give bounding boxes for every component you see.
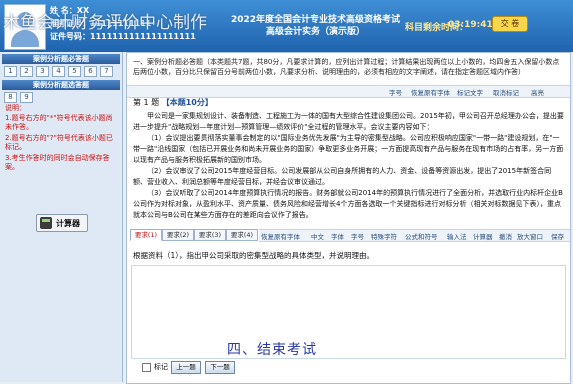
answer-font-button[interactable]: 字体 (331, 231, 344, 241)
answer-size-button[interactable]: 字号 (351, 231, 364, 241)
mark-text-button[interactable]: 标记文字 (457, 87, 483, 97)
material-paragraph: （2）会议审议了公司2015年度经营目标。公司发展部从公司自身所拥有的人力、资金… (133, 167, 552, 186)
question-number-9[interactable]: 9 (20, 92, 33, 103)
exam-title-line1: 2022年度全国会计专业技术高级资格考试 (230, 15, 401, 25)
material-paragraph: 甲公司是一家集规划设计、装备制造、工程施工为一体的国有大型综合性建设集团公司。2… (133, 112, 564, 131)
section-instructions: 一、案例分析题必答题（本类题共7题，共80分，凡要求计算的，应列出计算过程；计算… (133, 58, 560, 76)
tab-requirement-4[interactable]: 要求(4) (226, 229, 258, 241)
question-panel: 一、案例分析题必答题（本类题共7题，共80分，凡要求计算的，应列出计算过程；计算… (126, 52, 571, 384)
enlarge-window-button[interactable]: 放大窗口 (517, 231, 543, 241)
note-1: 1.题号右方的"*"符号代表该小题尚未作答。 (5, 114, 113, 131)
note-3: 3.考生作答时的同时会自动保存答案。 (5, 154, 110, 171)
watermark: 木鱼会计财务评价中心制作 (3, 13, 207, 33)
question-number-5[interactable]: 5 (68, 66, 81, 77)
question-number-1[interactable]: 1 (4, 66, 17, 77)
unmark-text-button[interactable]: 取消标记 (493, 87, 519, 97)
tab-requirement-1[interactable]: 要求(1) (130, 229, 162, 241)
section2-header[interactable]: 案例分析题选答题 (2, 80, 120, 90)
question-number-4[interactable]: 4 (52, 66, 65, 77)
question-number-6[interactable]: 6 (84, 66, 97, 77)
tab-requirement-3[interactable]: 要求(3) (194, 229, 226, 241)
mark-label: 标记 (154, 363, 168, 371)
id-label: 证件号码： (50, 32, 90, 41)
special-char-button[interactable]: 特殊字符 (371, 231, 397, 241)
calculator-icon (40, 217, 52, 229)
restore-font-button[interactable]: 恢复原有字体 (411, 87, 450, 97)
material-paragraph: （1）会议提出要贯彻落实董事会制定的以"国际业务优先发展"为主导的密集型战略。公… (133, 134, 564, 164)
requirement-text: 根据资料（1），指出甲公司采取的密集型战略的具体类型，并说明理由。 (133, 251, 375, 260)
question-points: 【本题10分】 (161, 98, 213, 107)
question-number-8[interactable]: 8 (4, 92, 17, 103)
note-2: 2.题号右方的"?"符号代表该小题已标记。 (5, 134, 113, 151)
question-number-7[interactable]: 7 (100, 66, 113, 77)
timer-value: 03:19:41 (448, 20, 493, 30)
prev-question-button[interactable]: 上一题 (171, 361, 201, 374)
answer-calculator-button[interactable]: 计算器 (473, 231, 493, 241)
equation-button[interactable]: 公式和符号 (405, 231, 438, 241)
question-navigator: 案例分析题必答题 1 2 3 4 5 6 7 案例分析题选答题 8 9 说明： … (0, 52, 123, 382)
undo-button[interactable]: 撤消 (499, 231, 512, 241)
calculator-label: 计算器 (56, 219, 80, 228)
end-exam-link[interactable]: 四、结束考试 (227, 339, 317, 359)
notes-title: 说明： (5, 104, 26, 112)
calculator-button[interactable]: 计算器 (36, 214, 88, 232)
mark-checkbox[interactable] (142, 363, 151, 372)
answer-textarea[interactable] (131, 265, 566, 359)
question-number-2[interactable]: 2 (20, 66, 33, 77)
input-method-button[interactable]: 输入法 (447, 231, 467, 241)
highlight-button[interactable]: 高亮 (531, 87, 544, 97)
exam-title-line2: 高级会计实务（演示版） (265, 27, 365, 37)
material-paragraph: （3）会议听取了公司2014年度预算执行情况的报告。财务部就公司2014年的预算… (133, 189, 563, 219)
submit-exam-button[interactable]: 交 卷 (492, 16, 528, 32)
tab-requirement-2[interactable]: 要求(2) (162, 229, 194, 241)
chinese-input-button[interactable]: 中文 (311, 231, 324, 241)
exam-header: 姓 名：XX 准考证号：11111111111 证件号码：11111111111… (0, 0, 573, 52)
id-value: 1111111111111111111 (90, 32, 196, 41)
answer-restore-font-button[interactable]: 恢复原有字体 (261, 231, 300, 241)
exam-title: 2022年度全国会计专业技术高级资格考试 高级会计实务（演示版） (208, 14, 423, 38)
section1-header[interactable]: 案例分析题必答题 (2, 54, 120, 64)
question-number: 第 1 题 (133, 98, 160, 107)
answer-toolbar: 恢复原有字体 中文 字体 字号 特殊字符 公式和符号 输入法 计算器 撤消 放大… (259, 229, 570, 242)
save-button[interactable]: 保存 (551, 231, 564, 241)
next-question-button[interactable]: 下一题 (205, 361, 235, 374)
question-title: 第 1 题 【本题10分】 (133, 97, 213, 108)
question-number-3[interactable]: 3 (36, 66, 49, 77)
case-material: 甲公司是一家集规划设计、装备制造、工程施工为一体的国有大型综合性建设集团公司。2… (133, 111, 565, 221)
font-size-button[interactable]: 字号 (389, 87, 402, 97)
